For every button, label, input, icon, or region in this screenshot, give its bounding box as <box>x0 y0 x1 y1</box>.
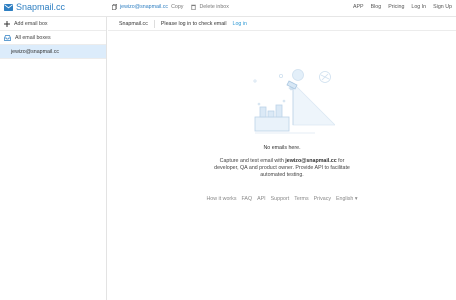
divider <box>153 19 155 28</box>
top-nav: APP Blog Pricing Log In Sign Up <box>353 4 452 10</box>
current-email[interactable]: jewizo@snapmail.cc <box>120 4 168 10</box>
brand[interactable]: Snapmail.cc <box>4 2 65 12</box>
sidebar-item-active-email[interactable]: jewizo@snapmail.cc <box>0 45 106 59</box>
nav-app[interactable]: APP <box>353 4 364 10</box>
all-email-boxes-item[interactable]: All email boxes <box>0 31 106 45</box>
add-email-box-button[interactable]: Add email box <box>0 17 106 31</box>
desc-prefix: Capture and test email with <box>219 158 284 164</box>
copy-button[interactable]: Copy <box>171 4 183 10</box>
caret-down-icon: ▾ <box>354 196 358 202</box>
language-label: English <box>336 196 354 202</box>
trash-icon[interactable] <box>191 4 197 10</box>
nav-pricing[interactable]: Pricing <box>388 4 404 10</box>
main-panel: Snapmail.cc Please log in to check email… <box>108 17 456 300</box>
footer-support[interactable]: Support <box>271 196 290 202</box>
empty-state-description: Capture and test email with jewizo@snapm… <box>212 158 352 179</box>
empty-state-illustration <box>253 69 335 134</box>
empty-state-title: No emails here. <box>263 145 301 151</box>
footer-privacy[interactable]: Privacy <box>314 196 331 202</box>
footer-links: How it works FAQ API Support Terms Priva… <box>108 196 456 202</box>
login-prompt: Please log in to check email <box>160 20 227 27</box>
add-email-box-label: Add email box <box>14 20 48 27</box>
plus-icon <box>4 20 10 27</box>
delete-inbox-button[interactable]: Delete inbox <box>199 4 228 10</box>
email-actions: jewizo@snapmail.cc Copy Delete inbox <box>112 4 229 10</box>
top-bar: Snapmail.cc jewizo@snapmail.cc Copy Dele… <box>0 0 456 17</box>
footer-how-it-works[interactable]: How it works <box>206 196 236 202</box>
copy-icon[interactable] <box>112 4 117 10</box>
mail-logo-icon <box>4 3 13 11</box>
brand-name: Snapmail.cc <box>16 2 66 12</box>
active-email-label: jewizo@snapmail.cc <box>11 48 60 55</box>
all-email-boxes-label: All email boxes <box>15 34 51 41</box>
nav-blog[interactable]: Blog <box>371 4 382 10</box>
footer-terms[interactable]: Terms <box>294 196 308 202</box>
nav-login[interactable]: Log In <box>411 4 426 10</box>
sidebar: Add email box All email boxes jewizo@sna… <box>0 17 107 300</box>
nav-signup[interactable]: Sign Up <box>433 4 452 10</box>
footer-faq[interactable]: FAQ <box>241 196 252 202</box>
main-header: Snapmail.cc Please log in to check email… <box>108 17 456 31</box>
login-link[interactable]: Log in <box>233 21 247 27</box>
breadcrumb-domain[interactable]: Snapmail.cc <box>119 21 148 27</box>
footer-api[interactable]: API <box>257 196 266 202</box>
language-selector[interactable]: English ▾ <box>336 196 358 202</box>
desc-email: jewizo@snapmail.cc <box>285 158 337 164</box>
inbox-icon <box>4 34 11 41</box>
